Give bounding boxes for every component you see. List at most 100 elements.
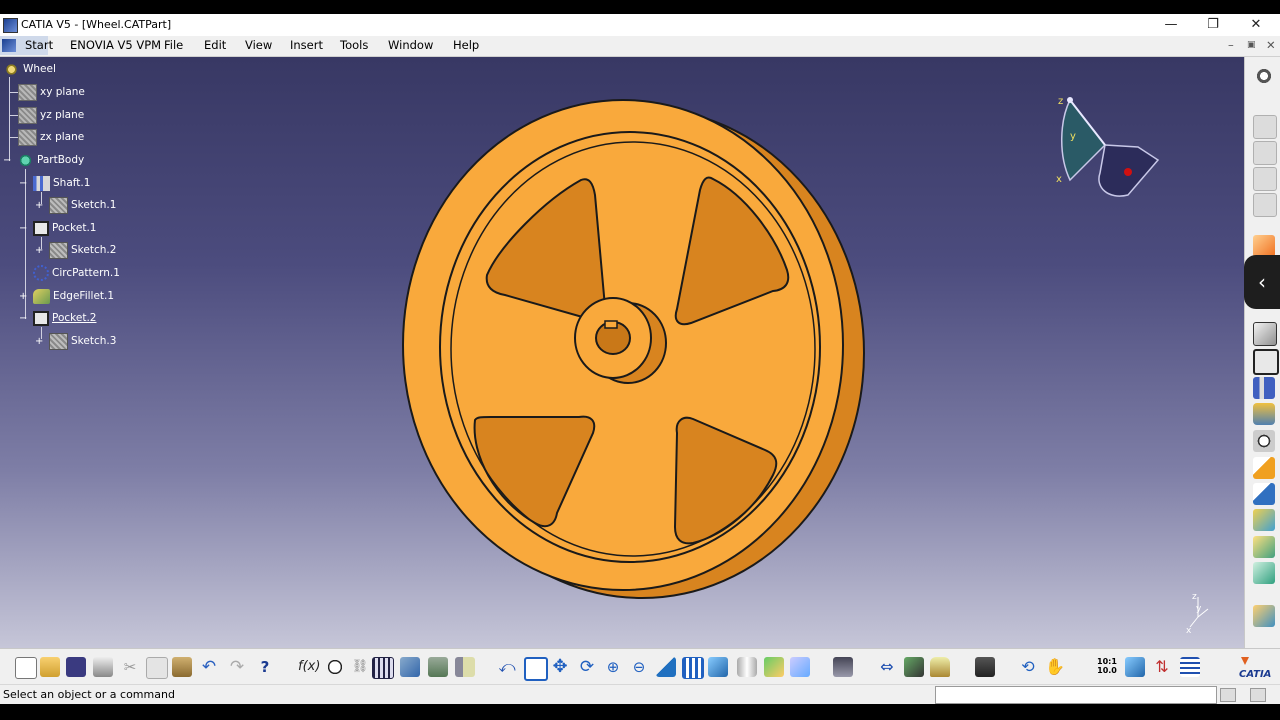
swap-space-icon[interactable]: [790, 657, 810, 677]
wheel-model[interactable]: [395, 95, 875, 605]
tree-item-xy-plane[interactable]: xy plane: [18, 83, 85, 101]
tree-item-shaft[interactable]: − Shaft.1: [19, 174, 90, 192]
expand-icon[interactable]: +: [19, 291, 33, 302]
slot-icon[interactable]: [1253, 483, 1275, 505]
disabled-tool-icon[interactable]: [1253, 167, 1277, 191]
undo-icon[interactable]: ↶: [199, 657, 219, 677]
pocket-tool-icon[interactable]: [1253, 349, 1279, 375]
hide-show-icon[interactable]: [764, 657, 784, 677]
tree-item-zx-plane[interactable]: zx plane: [18, 128, 84, 146]
compass[interactable]: z y x: [1050, 95, 1170, 205]
distance-icon[interactable]: ⇔: [877, 657, 897, 677]
zoom-in-icon[interactable]: ⊕: [603, 657, 623, 677]
command-input[interactable]: [935, 686, 1217, 704]
removed-multi-section-icon[interactable]: [1253, 562, 1275, 584]
menu-tools[interactable]: Tools: [340, 38, 368, 52]
open-folder-icon[interactable]: [40, 657, 60, 677]
menu-insert[interactable]: Insert: [290, 38, 323, 52]
chevron-left-icon[interactable]: ‹: [1244, 255, 1280, 309]
doc-restore-button[interactable]: ▣: [1247, 40, 1256, 50]
fly-mode-icon[interactable]: ⤺: [497, 657, 517, 677]
expand-icon[interactable]: +: [35, 336, 49, 347]
redo-icon[interactable]: ↷: [227, 657, 247, 677]
tree-item-edgefillet[interactable]: + EdgeFillet.1: [19, 287, 114, 305]
update-icon[interactable]: ⟲: [1018, 657, 1038, 677]
copy-icon[interactable]: [146, 657, 168, 679]
shaft-tool-icon[interactable]: [1253, 377, 1275, 399]
save-icon[interactable]: [66, 657, 86, 677]
tree-item-pocket-1[interactable]: − Pocket.1: [19, 219, 96, 237]
axis-system-icon[interactable]: ⇅: [1152, 657, 1172, 677]
menu-window[interactable]: Window: [388, 38, 433, 52]
3d-viewport[interactable]: Wheel xy plane yz plane zx plane − PartB…: [0, 57, 1244, 648]
minimize-button[interactable]: —: [1156, 15, 1186, 35]
menu-file[interactable]: File: [164, 38, 183, 52]
table-icon[interactable]: [372, 657, 394, 679]
tree-root-wheel[interactable]: Wheel: [3, 60, 56, 78]
list-icon[interactable]: [1180, 657, 1200, 677]
pan-icon[interactable]: ✥: [550, 657, 570, 677]
tree-item-sketch-2[interactable]: + Sketch.2: [35, 241, 116, 259]
collapse-icon[interactable]: −: [3, 155, 17, 166]
zoom-out-icon[interactable]: ⊖: [629, 657, 649, 677]
apply-material-icon[interactable]: [833, 657, 853, 677]
groove-icon[interactable]: [1253, 403, 1275, 425]
comment-icon[interactable]: [325, 657, 345, 677]
disabled-tool-icon[interactable]: [1253, 115, 1277, 139]
hole-icon[interactable]: [1253, 430, 1275, 452]
rib-icon[interactable]: [1253, 457, 1275, 479]
new-file-icon[interactable]: [15, 657, 37, 679]
cut-icon[interactable]: ✂: [120, 657, 140, 677]
expand-icon[interactable]: +: [35, 245, 49, 256]
restore-button[interactable]: ❐: [1198, 15, 1228, 35]
fit-all-icon[interactable]: [524, 657, 548, 681]
collapse-icon[interactable]: −: [19, 223, 33, 234]
layer-icon[interactable]: [1125, 657, 1145, 677]
tree-item-partbody[interactable]: − PartBody: [3, 151, 84, 169]
multi-section-solid-icon[interactable]: [1253, 536, 1275, 558]
zoom-label-icon[interactable]: 10:1 10.0: [1096, 657, 1118, 677]
disabled-tool-icon[interactable]: [1253, 193, 1277, 217]
menu-enovia[interactable]: ENOVIA V5 VPM: [70, 38, 161, 52]
doc-close-button[interactable]: ✕: [1266, 38, 1276, 52]
capture-camera-icon[interactable]: [975, 657, 995, 677]
options-gear-icon[interactable]: [1253, 65, 1275, 87]
menu-help[interactable]: Help: [453, 38, 479, 52]
render-style-icon[interactable]: [737, 657, 757, 677]
measure-icon[interactable]: ⛓: [350, 657, 370, 677]
disabled-tool-icon[interactable]: [1253, 141, 1277, 165]
collapse-icon[interactable]: −: [19, 313, 33, 324]
rotate-icon[interactable]: ⟳: [577, 657, 597, 677]
iso-view-icon[interactable]: [708, 657, 728, 677]
stiffener-icon[interactable]: [1253, 509, 1275, 531]
menu-edit[interactable]: Edit: [204, 38, 226, 52]
paste-icon[interactable]: [172, 657, 192, 677]
menu-view[interactable]: View: [245, 38, 272, 52]
tree-item-sketch-1[interactable]: + Sketch.1: [35, 196, 116, 214]
measure-item-icon[interactable]: [904, 657, 924, 677]
measure-inertia-icon[interactable]: [930, 657, 950, 677]
edge-fillet-tool-icon[interactable]: [1253, 605, 1275, 627]
multi-view-icon[interactable]: [682, 657, 704, 679]
tree-item-pocket-2[interactable]: − Pocket.2: [19, 309, 96, 327]
doc-minimize-button[interactable]: –: [1228, 38, 1234, 52]
formula-icon[interactable]: f(x): [298, 657, 320, 677]
power-input-icon[interactable]: [1220, 688, 1236, 702]
close-button[interactable]: ✕: [1241, 15, 1271, 35]
tree-item-yz-plane[interactable]: yz plane: [18, 106, 84, 124]
history-icon[interactable]: [1250, 688, 1266, 702]
knowledge-icon[interactable]: [428, 657, 448, 677]
collapse-icon[interactable]: −: [19, 178, 33, 189]
whats-this-icon[interactable]: ?: [255, 657, 275, 677]
catalog-icon[interactable]: [400, 657, 420, 677]
tree-item-circpattern[interactable]: CircPattern.1: [33, 264, 120, 282]
print-icon[interactable]: [93, 657, 113, 677]
pad-icon[interactable]: [1253, 322, 1277, 346]
tree-item-sketch-3[interactable]: + Sketch.3: [35, 332, 116, 350]
expand-icon[interactable]: +: [35, 200, 49, 211]
reorder-icon[interactable]: [455, 657, 475, 677]
normal-view-icon[interactable]: [656, 657, 676, 677]
select-arrow-icon[interactable]: [1253, 235, 1275, 257]
start-menu[interactable]: Start: [0, 36, 53, 55]
hand-icon[interactable]: ✋: [1045, 657, 1065, 677]
